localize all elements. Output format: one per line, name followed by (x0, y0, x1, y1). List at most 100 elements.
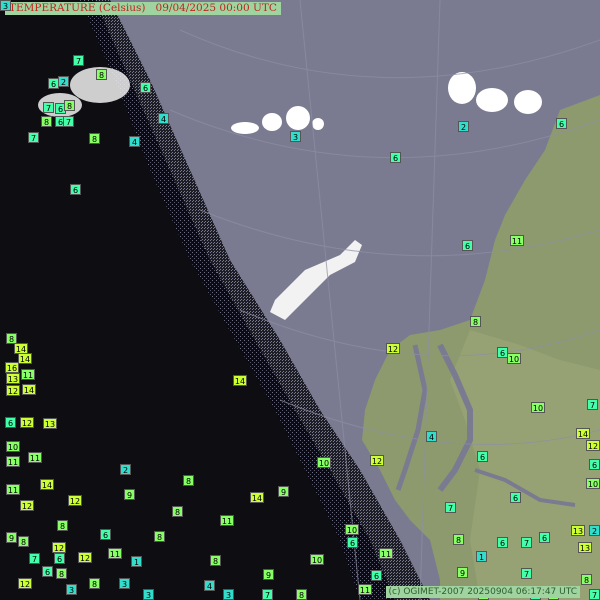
temperature-station-label: 7 (262, 589, 273, 600)
temperature-station-label: 14 (250, 492, 264, 503)
temperature-station-label: 11 (28, 452, 42, 463)
temperature-station-label: 2 (120, 464, 131, 475)
temperature-station-label: 9 (6, 532, 17, 543)
temperature-station-label: 7 (589, 589, 600, 600)
temperature-station-label: 4 (426, 431, 437, 442)
temperature-station-label: 12 (586, 440, 600, 451)
temperature-station-label: 8 (18, 536, 29, 547)
temperature-station-label: 7 (587, 399, 598, 410)
temperature-station-label: 10 (6, 441, 20, 452)
temperature-station-label: 6 (100, 529, 111, 540)
copyright-credit: (c) OGIMET-2007 20250904 06:17:47 UTC (385, 586, 580, 598)
temperature-station-label: 9 (263, 569, 274, 580)
temperature-station-label: 6 (589, 459, 600, 470)
temperature-station-label: 12 (20, 417, 34, 428)
temperature-station-label: 16 (5, 362, 19, 373)
temperature-station-label: 8 (154, 531, 165, 542)
temperature-station-label: 7 (445, 502, 456, 513)
temperature-station-label: 12 (52, 542, 66, 553)
temperature-station-label: 9 (457, 567, 468, 578)
temperature-station-label: 8 (296, 589, 307, 600)
temperature-station-label: 6 (54, 553, 65, 564)
temperature-station-label: 6 (539, 532, 550, 543)
temperature-station-label: 12 (68, 495, 82, 506)
temperature-station-label: 3 (66, 584, 77, 595)
temperature-station-label: 14 (18, 353, 32, 364)
temperature-station-label: 7 (521, 537, 532, 548)
temperature-station-label: 2 (458, 121, 469, 132)
temperature-station-label: 6 (462, 240, 473, 251)
temperature-station-label: 11 (6, 484, 20, 495)
temperature-station-label: 7 (29, 553, 40, 564)
temperature-station-label: 3 (223, 589, 234, 600)
temperature-station-label: 4 (129, 136, 140, 147)
temperature-station-label: 6 (70, 184, 81, 195)
satellite-basemap (0, 0, 600, 600)
temperature-station-label: 6 (42, 566, 53, 577)
temperature-station-label: 8 (56, 568, 67, 579)
temperature-station-label: 6 (556, 118, 567, 129)
temperature-station-label: 1 (476, 551, 487, 562)
temperature-station-label: 10 (317, 457, 331, 468)
temperature-station-label: 4 (158, 113, 169, 124)
map-timestamp: 09/04/2025 00:00 UTC (155, 2, 277, 14)
temperature-station-label: 14 (40, 479, 54, 490)
temperature-station-label: 12 (78, 552, 92, 563)
temperature-station-label: 9 (124, 489, 135, 500)
temperature-station-label: 8 (57, 520, 68, 531)
temperature-station-label: 12 (6, 385, 20, 396)
temperature-station-label: 8 (89, 133, 100, 144)
temperature-station-label: 3 (143, 589, 154, 600)
temperature-station-label: 13 (578, 542, 592, 553)
temperature-station-label: 6 (510, 492, 521, 503)
temperature-station-label: 3 (0, 0, 11, 11)
temperature-station-label: 4 (204, 580, 215, 591)
temperature-station-label: 8 (453, 534, 464, 545)
temperature-station-label: 8 (210, 555, 221, 566)
temperature-station-label: 6 (390, 152, 401, 163)
temperature-station-label: 7 (73, 55, 84, 66)
temperature-station-label: 8 (89, 578, 100, 589)
temperature-station-label: 10 (507, 353, 521, 364)
temperature-station-label: 3 (119, 578, 130, 589)
temperature-station-label: 13 (43, 418, 57, 429)
temperature-station-label: 6 (477, 451, 488, 462)
temperature-station-label: 3 (290, 131, 301, 142)
temperature-station-label: 14 (576, 428, 590, 439)
temperature-station-label: 8 (64, 100, 75, 111)
temperature-station-label: 11 (108, 548, 122, 559)
temperature-station-label: 8 (470, 316, 481, 327)
temperature-station-label: 11 (6, 456, 20, 467)
temperature-station-label: 11 (220, 515, 234, 526)
temperature-station-label: 10 (345, 524, 359, 535)
temperature-station-label: 10 (531, 402, 545, 413)
temperature-station-label: 11 (510, 235, 524, 246)
temperature-station-label: 8 (96, 69, 107, 80)
temperature-station-label: 6 (347, 537, 358, 548)
temperature-station-label: 9 (278, 486, 289, 497)
temperature-station-label: 6 (140, 82, 151, 93)
temperature-station-label: 7 (28, 132, 39, 143)
temperature-station-label: 11 (379, 548, 393, 559)
map-title: TEMPERATURE (Celsius) (9, 2, 146, 14)
temperature-station-label: 2 (589, 525, 600, 536)
temperature-station-label: 13 (6, 373, 20, 384)
temperature-station-label: 10 (586, 478, 600, 489)
temperature-station-label: 7 (43, 102, 54, 113)
temperature-station-label: 12 (370, 455, 384, 466)
temperature-station-label: 11 (358, 584, 372, 595)
temperature-station-label: 2 (58, 76, 69, 87)
temperature-station-label: 6 (497, 537, 508, 548)
temperature-station-label: 6 (5, 417, 16, 428)
map-header: TEMPERATURE (Celsius) 09/04/2025 00:00 U… (5, 2, 281, 15)
temperature-station-label: 14 (22, 384, 36, 395)
temperature-station-label: 6 (371, 570, 382, 581)
temperature-station-label: 8 (172, 506, 183, 517)
temperature-station-label: 12 (20, 500, 34, 511)
temperature-station-label: 8 (183, 475, 194, 486)
temperature-station-label: 13 (571, 525, 585, 536)
temperature-map: TEMPERATURE (Celsius) 09/04/2025 00:00 U… (0, 0, 600, 600)
temperature-station-label: 11 (21, 369, 35, 380)
temperature-station-label: 7 (63, 116, 74, 127)
temperature-station-label: 12 (386, 343, 400, 354)
